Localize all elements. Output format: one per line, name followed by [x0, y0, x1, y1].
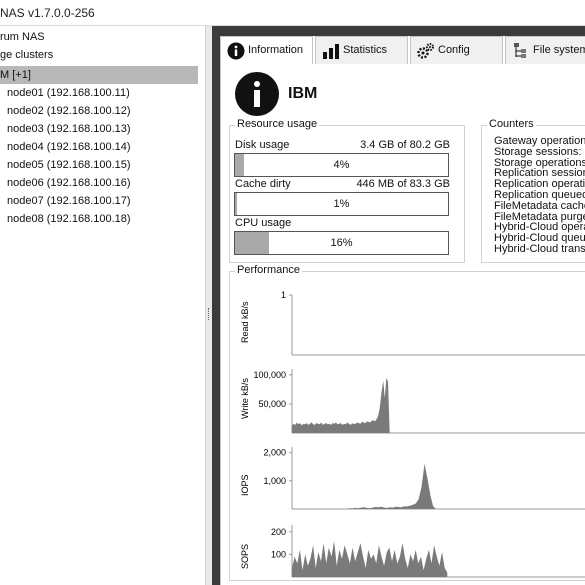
cache-dirty-value: 446 MB of 83.3 GB — [356, 178, 450, 190]
tree-item-node[interactable]: node01 (192.168.100.11) — [7, 84, 130, 102]
tab-information[interactable]: Information — [220, 36, 313, 66]
cpu-usage-label: CPU usage — [235, 217, 292, 229]
tree-item-node[interactable]: node08 (192.168.100.18) — [7, 210, 131, 228]
chart-y-label: IOPS — [240, 474, 250, 496]
performance-charts: Read kB/s 1 Write kB/s100,000 50,000 IOPS 2,0… — [240, 290, 585, 578]
tab-config[interactable]: Config — [410, 36, 503, 64]
resource-usage-group: Resource usage Disk usage 3.4 GB of 80.2… — [229, 118, 465, 263]
tree-item-clusters[interactable]: ge clusters — [0, 46, 53, 64]
cache-dirty-bar: 1% — [234, 192, 449, 216]
disk-usage-label: Disk usage — [235, 139, 290, 151]
tree-item-node[interactable]: node07 (192.168.100.17) — [7, 192, 131, 210]
bar-chart-icon — [323, 44, 339, 59]
tree-item-root[interactable]: rum NAS — [0, 28, 45, 46]
chart-tick-label: 50,000 — [258, 399, 286, 409]
window-title: NAS v1.7.0.0-256 — [0, 6, 95, 20]
tree-item-cluster-selected[interactable]: M [+1] — [0, 66, 198, 84]
chart-y-label: SOPS — [240, 544, 250, 569]
title-bar: NAS v1.7.0.0-256 — [0, 0, 585, 26]
tab-file-system[interactable]: File system — [505, 36, 585, 64]
cache-dirty-label: Cache dirty — [235, 178, 291, 190]
group-title: Counters — [487, 118, 536, 130]
cluster-title: IBM — [288, 85, 318, 102]
counter-label: Hybrid-Cloud transfe — [494, 243, 585, 255]
performance-group: Performance Read kB/s 1 Write kB/s 100,000 5… — [229, 264, 585, 581]
chart-tick-label: 1 — [281, 290, 286, 300]
tree-item-node[interactable]: node02 (192.168.100.12) — [7, 102, 131, 120]
disk-usage-percent: 4% — [333, 159, 350, 171]
cpu-usage-bar: 16% — [234, 231, 449, 255]
chart-series-area — [292, 377, 454, 433]
chart-y-label: Read kB/s — [240, 301, 250, 343]
cpu-usage-percent: 16% — [330, 237, 353, 249]
cache-dirty-percent: 1% — [333, 198, 350, 210]
group-title: Resource usage — [235, 118, 320, 130]
tab-statistics[interactable]: Statistics — [315, 36, 408, 64]
tab-label: Config — [438, 44, 470, 56]
tree-item-node[interactable]: node04 (192.168.100.14) — [7, 138, 131, 156]
cluster-tree[interactable]: rum NAS ge clusters M [+1] node01 (192.1… — [0, 26, 206, 585]
folder-tree-icon — [514, 43, 526, 58]
chart-tick-label: 1,000 — [263, 476, 286, 486]
chart-tick-label: 200 — [271, 527, 286, 537]
tab-label: File system — [533, 44, 585, 56]
disk-usage-value: 3.4 GB of 80.2 GB — [360, 139, 450, 151]
tab-bar: Information Statistics Config File syste… — [220, 36, 585, 66]
chart-y-label: Write kB/s — [240, 378, 250, 419]
information-panel: IBM Resource usage Disk usage 3.4 GB of … — [220, 64, 585, 585]
chart-tick-label: 100 — [271, 549, 286, 559]
details-area: Information Statistics Config File syste… — [212, 26, 585, 585]
tree-item-node[interactable]: node05 (192.168.100.15) — [7, 156, 131, 174]
counters-group: Counters Gateway operations: Storage sess… — [481, 118, 585, 263]
chart-tick-label: 2,000 — [263, 448, 286, 458]
info-icon — [227, 42, 245, 60]
disk-usage-bar: 4% — [234, 153, 449, 177]
tab-label: Information — [248, 44, 304, 56]
info-large-icon — [235, 72, 279, 116]
chart-series-area — [292, 463, 462, 509]
tab-label: Statistics — [343, 44, 388, 56]
gears-icon — [417, 43, 434, 59]
chart-series-area — [292, 540, 448, 577]
chart-tick-label: 100,000 — [253, 370, 286, 380]
tree-item-node[interactable]: node06 (192.168.100.16) — [7, 174, 131, 192]
tree-item-node[interactable]: node03 (192.168.100.13) — [7, 120, 131, 138]
